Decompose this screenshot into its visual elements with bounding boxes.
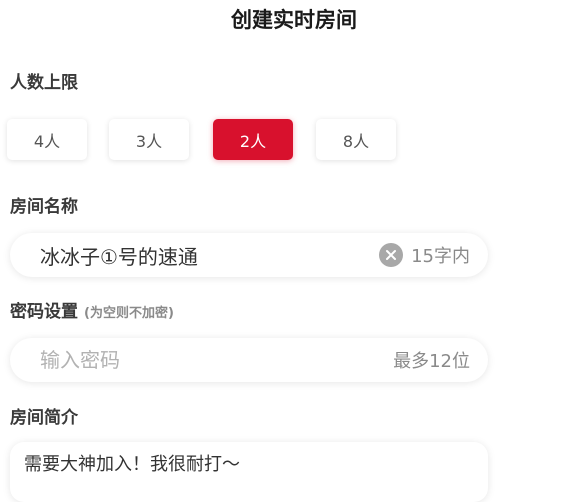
capacity-option-8[interactable]: 8人 xyxy=(316,119,396,160)
password-label-row: 密码设置 (为空则不加密) xyxy=(10,297,174,322)
password-limit: 最多12位 xyxy=(393,351,470,372)
password-input[interactable] xyxy=(40,348,394,372)
room-intro-textarea[interactable]: 需要大神加入！我很耐打～ xyxy=(10,442,488,502)
capacity-option-4[interactable]: 4人 xyxy=(7,119,87,160)
password-hint: (为空则不加密) xyxy=(84,306,174,321)
password-label: 密码设置 xyxy=(10,302,78,322)
room-name-field-wrapper: 15字内 xyxy=(10,233,488,277)
page-title: 创建实时房间 xyxy=(231,8,357,32)
capacity-option-3[interactable]: 3人 xyxy=(109,119,189,160)
password-field-wrapper: 最多12位 xyxy=(10,338,488,382)
room-name-label: 房间名称 xyxy=(10,197,78,217)
room-name-limit: 15字内 xyxy=(411,246,470,267)
clear-icon[interactable] xyxy=(379,243,404,267)
room-intro-label: 房间简介 xyxy=(10,408,78,428)
room-name-input[interactable] xyxy=(40,243,380,267)
capacity-option-2[interactable]: 2人 xyxy=(213,119,293,160)
capacity-label: 人数上限 xyxy=(10,73,78,93)
